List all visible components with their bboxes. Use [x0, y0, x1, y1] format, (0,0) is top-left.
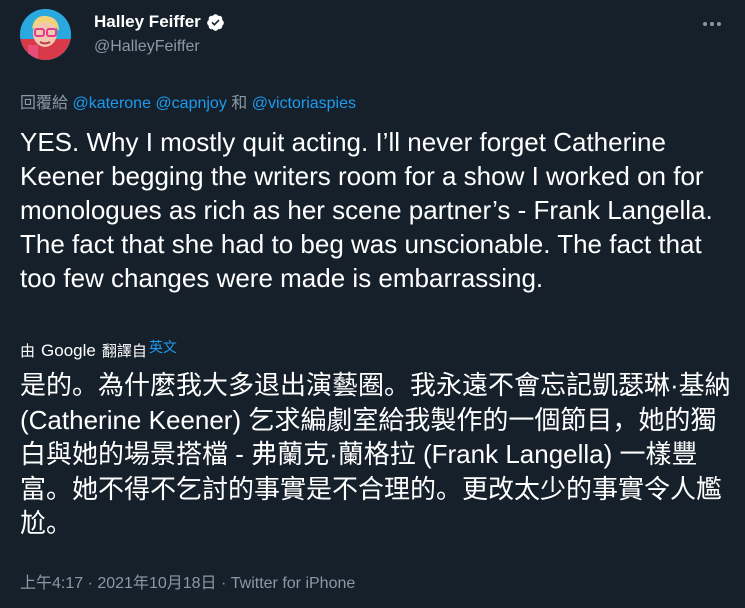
mention-link[interactable]: @victoriaspies	[252, 95, 356, 112]
tweet-text: YES. Why I mostly quit acting. I’ll neve…	[20, 127, 713, 293]
translation-by-prefix: 由	[20, 343, 36, 360]
more-options-icon[interactable]	[701, 13, 723, 35]
avatar[interactable]	[20, 9, 71, 60]
translation-by-suffix: 翻譯自	[101, 343, 147, 360]
mention-link[interactable]: @katerone	[72, 95, 151, 112]
verified-badge-icon	[206, 13, 224, 31]
reply-prefix: 回覆給	[20, 95, 73, 112]
reply-joiner: 和	[226, 95, 252, 112]
source-language-link[interactable]: 英文	[149, 337, 177, 357]
reply-context: 回覆給 @katerone @capnjoy 和 @victoriaspies	[20, 89, 356, 113]
translation-attribution: 由 Google 翻譯自 英文	[20, 337, 177, 361]
avatar-image	[20, 9, 71, 60]
author-name[interactable]: Halley Feiffer	[94, 12, 201, 32]
tweet-timestamp[interactable]: 上午4:17 · 2021年10月18日 · Twitter for iPhon…	[20, 569, 355, 593]
mention-link[interactable]: @capnjoy	[155, 95, 226, 112]
translated-text: 是的。為什麼我大多退出演藝圈。我永遠不會忘記凱瑟琳·基納 (Catherine …	[20, 370, 731, 538]
author-name-row[interactable]: Halley Feiffer	[94, 12, 225, 32]
translation-provider: Google	[41, 340, 96, 360]
author-handle[interactable]: @HalleyFeiffer	[94, 38, 200, 56]
